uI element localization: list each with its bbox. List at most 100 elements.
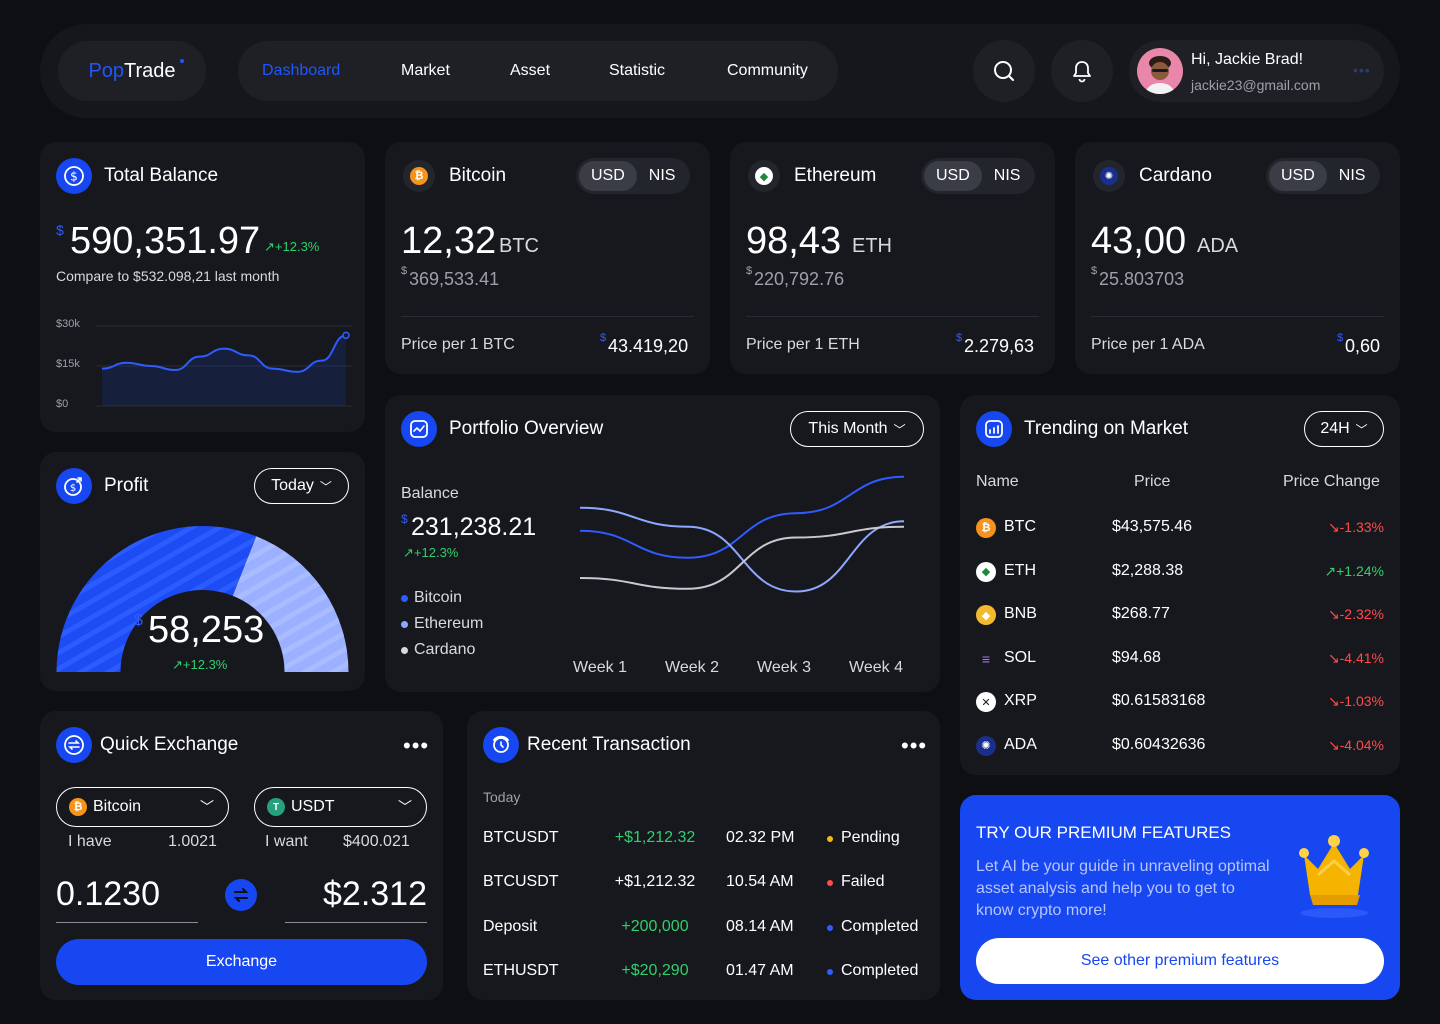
search-button[interactable] xyxy=(973,40,1035,102)
to-coin-select[interactable]: T USDT ﹀ xyxy=(254,787,427,827)
trending-row[interactable]: ◆ ETH $2,288.38 ↗+1.24% xyxy=(976,560,1384,584)
nav-community[interactable]: Community xyxy=(727,62,808,80)
more-icon[interactable]: ••• xyxy=(1353,62,1371,78)
toggle-usd[interactable]: USD xyxy=(1269,161,1327,191)
more-options-icon[interactable]: ••• xyxy=(403,735,429,757)
coin-name: Cardano xyxy=(1139,165,1212,186)
swap-button[interactable] xyxy=(225,879,257,911)
balance-line-chart xyxy=(96,325,352,407)
trending-row[interactable]: ◆ BNB $268.77 ↘-2.32% xyxy=(976,603,1384,627)
coin-price: $94.68 xyxy=(1112,648,1161,666)
divider xyxy=(1091,316,1384,317)
toggle-usd[interactable]: USD xyxy=(579,161,637,191)
coin-value-currency: $ xyxy=(401,265,408,277)
price-label: Price per 1 ADA xyxy=(1091,336,1205,353)
price-change-value: -4.04% xyxy=(1339,736,1384,753)
ytick-30k: $30k xyxy=(56,318,80,330)
bitcoin-icon: ₿ xyxy=(69,798,87,816)
toggle-nis[interactable]: NIS xyxy=(637,161,688,191)
balance-change-value: +12.3% xyxy=(274,239,320,254)
status-dot xyxy=(827,924,833,931)
price-change-value: +1.24% xyxy=(1336,562,1384,579)
price-value: 2.279,63 xyxy=(964,336,1035,356)
from-amount-input[interactable]: 0.1230 xyxy=(56,875,160,914)
trending-row[interactable]: ✕ XRP $0.61583168 ↘-1.03% xyxy=(976,690,1384,714)
balance-end-point xyxy=(342,331,350,340)
arrow-up-right-icon: ↗ xyxy=(1324,562,1337,579)
transaction-pair: ETHUSDT xyxy=(483,961,559,979)
svg-text:$: $ xyxy=(70,483,76,494)
brand-logo[interactable]: Pop Trade xyxy=(58,41,206,101)
brand-dot xyxy=(180,59,184,63)
portfolio-line-chart: Week 1 Week 2 Week 3 Week 4 xyxy=(573,475,905,676)
bnb-icon: ◆ xyxy=(976,605,996,625)
price-currency: $ xyxy=(1337,332,1344,344)
portfolio-period-dropdown[interactable]: This Month ﹀ xyxy=(790,411,924,447)
profit-icon: $ xyxy=(56,468,92,504)
premium-card: TRY OUR PREMIUM FEATURES Let AI be your … xyxy=(960,795,1400,1000)
portfolio-change: ↗+12.3% xyxy=(403,545,459,560)
coin-symbol: ADA xyxy=(1004,735,1037,753)
trending-row[interactable]: ₿ BTC $43,575.46 ↘-1.33% xyxy=(976,516,1384,540)
nav-market[interactable]: Market xyxy=(401,62,450,80)
trending-icon xyxy=(976,411,1012,447)
day-label: Today xyxy=(483,789,521,805)
user-greeting: Hi, Jackie Brad! xyxy=(1191,51,1304,68)
price-change: ↘-1.03% xyxy=(1328,693,1384,710)
exchange-button[interactable]: Exchange xyxy=(56,939,427,985)
transaction-row[interactable]: ETHUSDT +$20,290 01.47 AM Completed xyxy=(467,960,940,984)
transaction-status: Completed xyxy=(841,961,919,979)
ethereum-card: ◆ Ethereum USD NIS 98,43 ETH $ 220,792.7… xyxy=(730,142,1055,374)
total-balance-title: Total Balance xyxy=(104,165,219,186)
coin-symbol: BNB xyxy=(1004,605,1037,622)
header-price: Price xyxy=(1134,473,1171,490)
chevron-down-icon: ﹀ xyxy=(893,422,906,437)
coin-value: 25.803703 xyxy=(1099,269,1185,289)
toggle-nis[interactable]: NIS xyxy=(1327,161,1378,191)
coin-price: $0.60432636 xyxy=(1112,735,1206,753)
avatar xyxy=(1137,48,1183,94)
to-amount-input[interactable]: $2.312 xyxy=(323,875,427,914)
transaction-time: 08.14 AM xyxy=(726,917,794,935)
ethereum-icon: ◆ xyxy=(748,160,780,192)
avatar-icon xyxy=(1145,56,1175,94)
profit-change: ↗+12.3% xyxy=(172,657,228,672)
dollar-icon: $ xyxy=(56,158,92,194)
transaction-row[interactable]: BTCUSDT +$1,212.32 10.54 AM Failed xyxy=(467,871,940,895)
notification-button[interactable] xyxy=(1051,40,1113,102)
cardano-icon: ✺ xyxy=(1093,160,1125,192)
user-profile[interactable]: Hi, Jackie Brad! jackie23@gmail.com ••• xyxy=(1129,40,1384,102)
portfolio-card: Portfolio Overview This Month ﹀ Balance … xyxy=(385,395,940,692)
chevron-down-icon: ﹀ xyxy=(398,799,412,815)
toggle-usd[interactable]: USD xyxy=(924,161,982,191)
nav-statistic[interactable]: Statistic xyxy=(609,62,665,80)
portfolio-currency: $ xyxy=(401,512,408,526)
trending-row[interactable]: ≡ SOL $94.68 ↘-4.41% xyxy=(976,647,1384,671)
trending-row[interactable]: ✺ ADA $0.60432636 ↘-4.04% xyxy=(976,734,1384,758)
nav-asset[interactable]: Asset xyxy=(510,62,550,80)
transaction-row[interactable]: Deposit +200,000 08.14 AM Completed xyxy=(467,916,940,940)
chevron-down-icon: ﹀ xyxy=(319,479,332,494)
x-tick-label: Week 3 xyxy=(757,659,811,676)
toggle-nis[interactable]: NIS xyxy=(982,161,1033,191)
status-dot xyxy=(827,968,833,975)
transaction-amount: +$20,290 xyxy=(621,961,689,979)
user-email: jackie23@gmail.com xyxy=(1191,77,1321,93)
portfolio-period: This Month xyxy=(808,420,888,437)
eth-icon: ◆ xyxy=(976,561,996,582)
profit-title: Profit xyxy=(104,475,149,496)
more-options-icon[interactable]: ••• xyxy=(901,735,927,757)
price-value: 43.419,20 xyxy=(608,336,689,356)
premium-button[interactable]: See other premium features xyxy=(976,938,1384,984)
from-coin-select[interactable]: ₿ Bitcoin ﹀ xyxy=(56,787,229,827)
coin-price: $0.61583168 xyxy=(1112,692,1206,709)
price-change-value: -4.41% xyxy=(1339,649,1384,666)
profit-currency: $ xyxy=(134,612,143,629)
transaction-row[interactable]: BTCUSDT +$1,212.32 02.32 PM Pending xyxy=(467,827,940,851)
trending-period-dropdown[interactable]: 24H ﹀ xyxy=(1304,411,1384,447)
transaction-pair: BTCUSDT xyxy=(483,873,559,891)
nav-dashboard[interactable]: Dashboard xyxy=(262,62,340,80)
profit-period-dropdown[interactable]: Today ﹀ xyxy=(254,468,349,504)
trending-period: 24H xyxy=(1320,420,1350,437)
want-label: I want xyxy=(265,833,308,850)
